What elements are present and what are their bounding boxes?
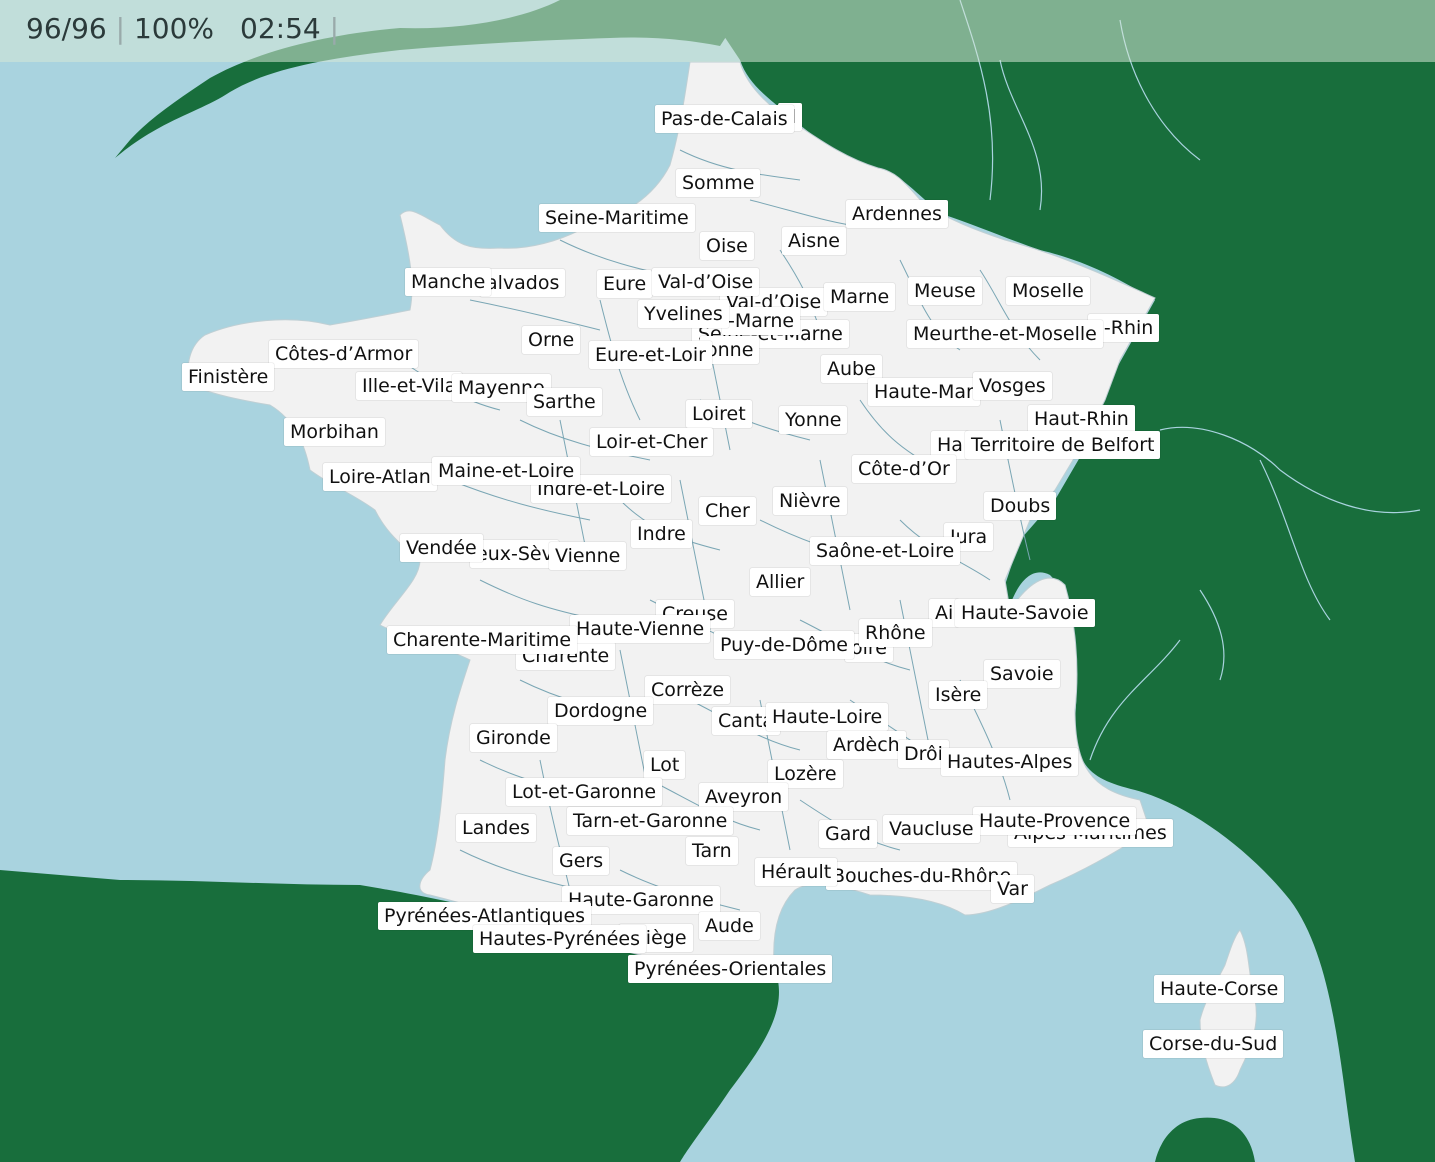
label-bouches-du-rhone[interactable]: Bouches-du-Rhône	[826, 862, 1018, 890]
label-vaucluse[interactable]: Vaucluse	[883, 815, 980, 843]
hud-score-line: 96/96 | 100%	[26, 12, 214, 45]
label-eure[interactable]: Eure	[597, 270, 653, 298]
label-manche[interactable]: Manche	[405, 268, 492, 296]
label-rhone[interactable]: Rhône	[859, 619, 932, 647]
label-cotes-d-armor[interactable]: Côtes-d’Armor	[269, 340, 419, 368]
hud-timer-line: 02:54 |	[240, 12, 339, 45]
label-haute-savoie[interactable]: Haute-Savoie	[955, 599, 1095, 627]
label-saone-et-loire[interactable]: Saône-et-Loire	[810, 537, 961, 565]
label-correze[interactable]: Corrèze	[645, 676, 731, 704]
label-haute-marne[interactable]: Haute-Mar	[868, 378, 980, 406]
label-vosges[interactable]: Vosges	[973, 372, 1052, 400]
label-vienne[interactable]: Vienne	[549, 542, 627, 570]
label-vendee[interactable]: Vendée	[400, 534, 483, 562]
label-loir-et-cher[interactable]: Loir-et-Cher	[590, 428, 714, 456]
label-gironde[interactable]: Gironde	[470, 724, 557, 752]
label-gard[interactable]: Gard	[819, 820, 877, 848]
label-ille-et-vilaine[interactable]: Ille-et-Vila	[356, 372, 463, 400]
label-yvelines[interactable]: Yvelines	[638, 300, 729, 328]
label-pas-de-calais[interactable]: Pas-de-Calais	[655, 105, 794, 133]
hud-bar: 96/96 | 100% 02:54 |	[0, 0, 1435, 62]
label-orne[interactable]: Orne	[522, 326, 581, 354]
label-val-de-marne[interactable]: -Marne	[722, 307, 801, 335]
label-eure-et-loir[interactable]: Eure-et-Loir	[589, 341, 712, 369]
label-isere[interactable]: Isère	[929, 681, 988, 709]
label-seine-maritime[interactable]: Seine-Maritime	[539, 204, 695, 232]
label-aude[interactable]: Aude	[699, 912, 760, 940]
label-lot-et-garonne[interactable]: Lot-et-Garonne	[506, 778, 663, 806]
label-hautes-pyrenees[interactable]: Hautes-Pyrénées	[473, 925, 646, 953]
label-yonne[interactable]: Yonne	[779, 406, 848, 434]
label-doubs[interactable]: Doubs	[984, 492, 1057, 520]
label-morbihan[interactable]: Morbihan	[284, 418, 385, 446]
label-moselle[interactable]: Moselle	[1006, 277, 1090, 305]
label-haut-rhin[interactable]: Haut-Rhin	[1028, 405, 1135, 433]
label-allier[interactable]: Allier	[750, 568, 811, 596]
label-savoie[interactable]: Savoie	[984, 660, 1060, 688]
label-territoire-de-belfort[interactable]: Territoire de Belfort	[965, 431, 1161, 459]
label-tarn[interactable]: Tarn	[686, 837, 738, 865]
label-marne[interactable]: Marne	[824, 283, 896, 311]
label-meuse[interactable]: Meuse	[908, 277, 982, 305]
label-calvados[interactable]: alvados	[480, 269, 566, 297]
label-corse-du-sud[interactable]: Corse-du-Sud	[1143, 1030, 1284, 1058]
label-val-d-oise[interactable]: Val-d’Oise	[652, 268, 760, 296]
label-meurthe-et-moselle[interactable]: Meurthe-et-Moselle	[907, 320, 1103, 348]
label-alpes-de-haute-provence[interactable]: Haute-Provence	[973, 807, 1137, 835]
label-cher[interactable]: Cher	[699, 497, 756, 525]
label-herault[interactable]: Hérault	[755, 858, 838, 886]
timer: 02:54	[240, 12, 321, 45]
label-haute-loire[interactable]: Haute-Loire	[766, 703, 889, 731]
label-pyrenees-orientales[interactable]: Pyrénées-Orientales	[628, 955, 833, 983]
label-var[interactable]: Var	[991, 875, 1034, 903]
label-charente-maritime[interactable]: Charente-Maritime	[387, 626, 578, 654]
label-dordogne[interactable]: Dordogne	[548, 697, 654, 725]
label-cote-d-or[interactable]: Côte-d’Or	[852, 455, 956, 483]
label-aisne[interactable]: Aisne	[782, 227, 846, 255]
separator: |	[115, 12, 126, 45]
accuracy-percent: 100%	[133, 12, 215, 45]
label-landes[interactable]: Landes	[456, 814, 536, 842]
label-lot[interactable]: Lot	[644, 751, 686, 779]
label-loire-atlantique[interactable]: Loire-Atlan	[323, 463, 437, 491]
label-deux-sevres[interactable]: eux-Sèv	[470, 540, 559, 568]
label-hautes-alpes[interactable]: Hautes-Alpes	[941, 748, 1079, 776]
label-indre[interactable]: Indre	[631, 520, 692, 548]
label-somme[interactable]: Somme	[676, 169, 761, 197]
separator: |	[329, 12, 340, 45]
label-tarn-et-garonne[interactable]: Tarn-et-Garonne	[567, 807, 734, 835]
label-haute-vienne[interactable]: Haute-Vienne	[570, 615, 711, 643]
label-finistere[interactable]: Finistère	[182, 363, 275, 391]
label-gers[interactable]: Gers	[553, 847, 610, 875]
score-counter: 96/96	[26, 12, 107, 45]
label-haute-corse[interactable]: Haute-Corse	[1154, 975, 1285, 1003]
label-nievre[interactable]: Nièvre	[773, 487, 847, 515]
label-ardeche[interactable]: Ardèch	[827, 731, 906, 759]
label-loiret[interactable]: Loiret	[686, 400, 752, 428]
label-maine-et-loire[interactable]: Maine-et-Loire	[432, 457, 581, 485]
label-puy-de-dome[interactable]: Puy-de-Dôme	[714, 631, 854, 659]
label-sarthe[interactable]: Sarthe	[527, 388, 602, 416]
label-ardennes[interactable]: Ardennes	[846, 200, 948, 228]
label-oise[interactable]: Oise	[700, 232, 754, 260]
